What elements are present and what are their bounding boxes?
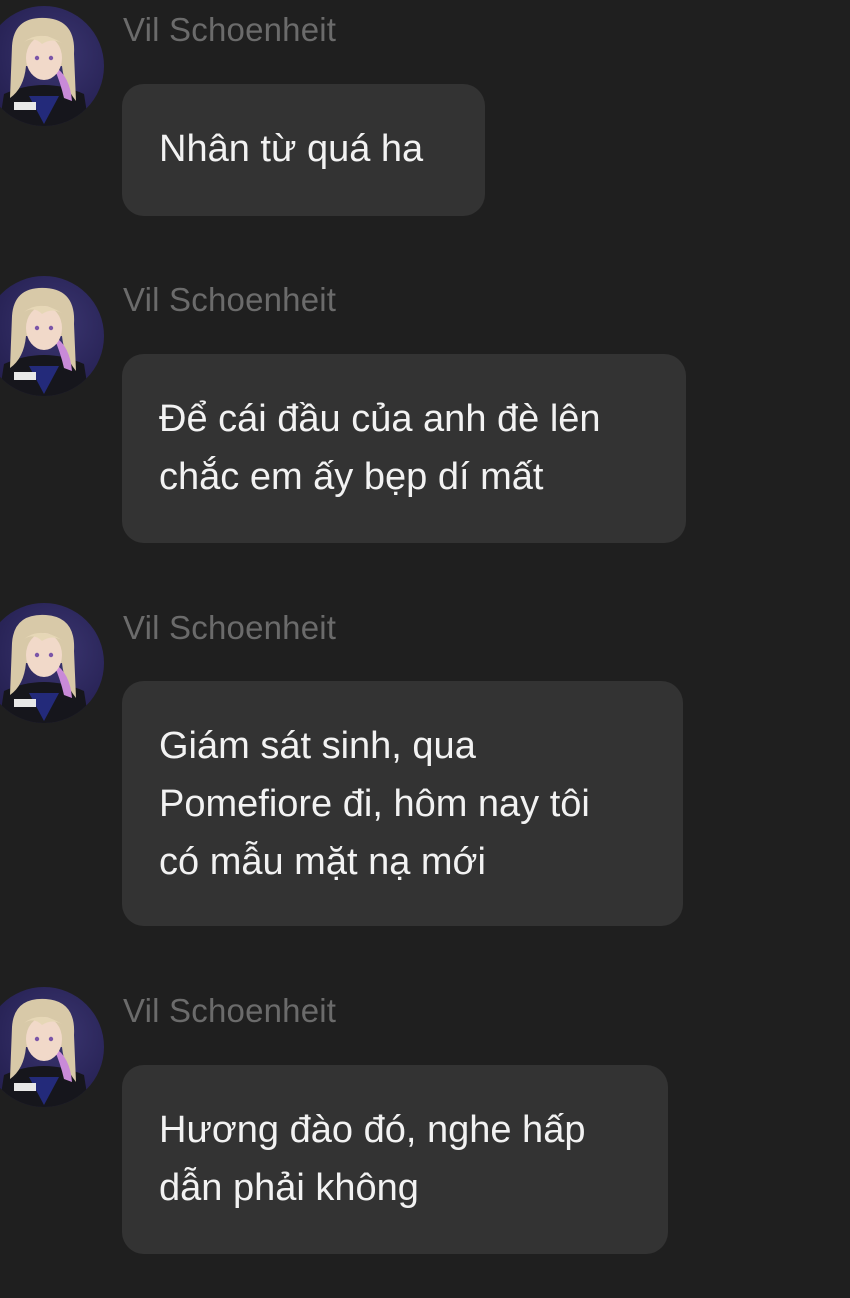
sender-name: Vil Schoenheit: [123, 992, 337, 1029]
message-bubble[interactable]: Hương đào đó, nghe hấp dẫn phải không: [122, 1065, 668, 1254]
message-bubble[interactable]: Để cái đầu của anh đè lên chắc em ấy bẹp…: [122, 354, 686, 543]
character-avatar-icon[interactable]: [0, 6, 104, 126]
message-text-line: chắc em ấy bẹp dí mất: [159, 456, 544, 498]
message-text-line: dẫn phải không: [159, 1167, 419, 1209]
chat-thread: Vil Schoenheit Nhân từ quá ha Vil Schoen…: [0, 0, 850, 1298]
character-avatar-icon[interactable]: [0, 276, 104, 396]
message-text: Nhân từ quá ha: [159, 128, 424, 170]
message-text-line: Pomefiore đi, hôm nay tôi: [159, 783, 590, 825]
sender-name: Vil Schoenheit: [123, 609, 337, 646]
message-text-line: Giám sát sinh, qua: [159, 725, 476, 767]
character-avatar-icon[interactable]: [0, 603, 104, 723]
message-text-line: Để cái đầu của anh đè lên: [159, 398, 601, 440]
message-bubble[interactable]: Giám sát sinh, qua Pomefiore đi, hôm nay…: [122, 681, 683, 926]
sender-name: Vil Schoenheit: [123, 11, 337, 48]
sender-name: Vil Schoenheit: [123, 281, 337, 318]
message-text-line: Hương đào đó, nghe hấp: [159, 1109, 586, 1151]
message-bubble[interactable]: Nhân từ quá ha: [122, 84, 485, 216]
message-text-line: có mẫu mặt nạ mới: [159, 841, 486, 883]
character-avatar-icon[interactable]: [0, 987, 104, 1107]
